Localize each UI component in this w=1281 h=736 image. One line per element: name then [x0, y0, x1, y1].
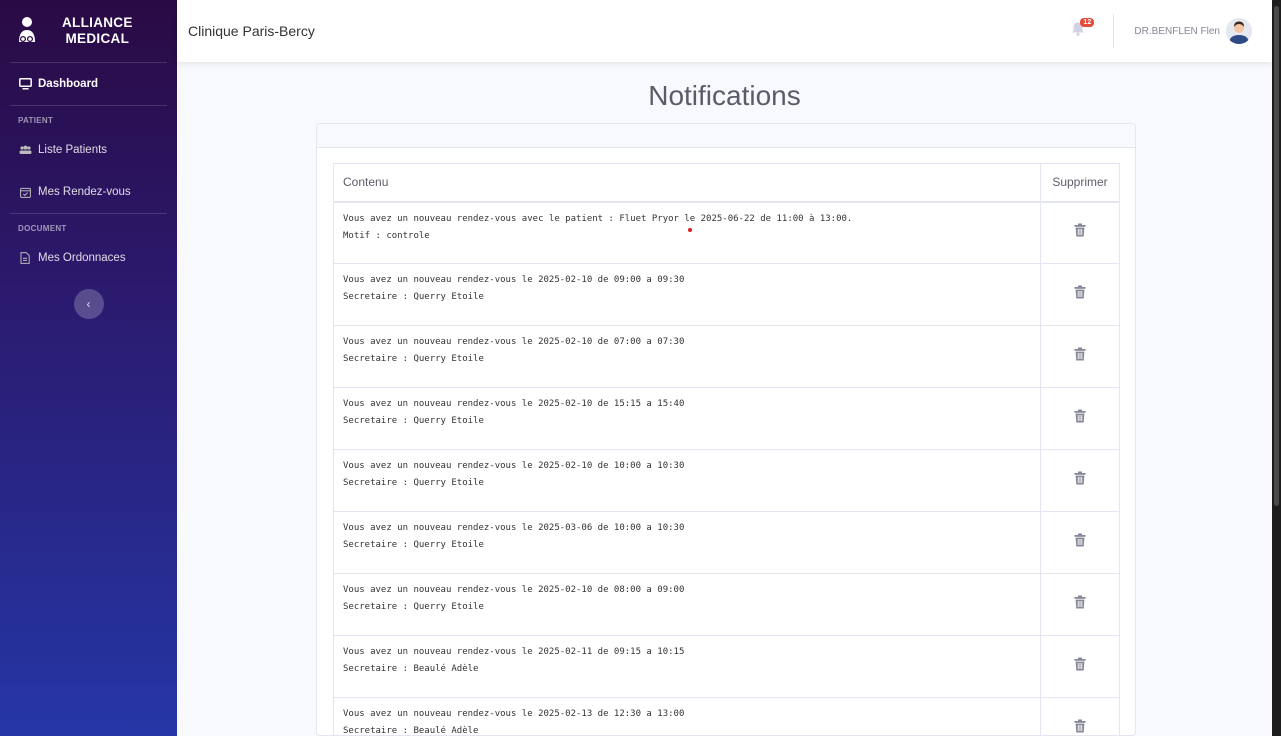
notifications-table: Contenu Supprimer Vous avez un nouveau r…: [333, 163, 1120, 736]
delete-cell: [1040, 449, 1120, 512]
scrollbar[interactable]: [1272, 0, 1281, 736]
trash-icon[interactable]: [1074, 657, 1086, 671]
notification-line-1: Vous avez un nouveau rendez-vous le 2025…: [343, 647, 685, 657]
delete-cell: [1040, 263, 1120, 326]
delete-cell: [1040, 573, 1120, 636]
sidebar-item-label: Mes Ordonnaces: [38, 252, 126, 264]
topbar-divider: [1113, 14, 1115, 48]
calendar-check-icon: [18, 185, 32, 199]
notification-line-2: Secretaire : Beaulé Adèle: [343, 726, 479, 736]
trash-icon[interactable]: [1074, 285, 1086, 299]
notification-content: Vous avez un nouveau rendez-vous le 2025…: [333, 325, 1041, 388]
notification-line-1: Vous avez un nouveau rendez-vous le 2025…: [343, 275, 685, 285]
notification-line-1: Vous avez un nouveau rendez-vous le 2025…: [343, 523, 685, 533]
delete-cell: [1040, 387, 1120, 450]
scrollbar-thumb[interactable]: [1274, 6, 1279, 506]
trash-icon[interactable]: [1074, 347, 1086, 361]
table-row: Vous avez un nouveau rendez-vous le 2025…: [333, 325, 1120, 388]
user-name[interactable]: DR.BENFLEN Flen: [1134, 26, 1220, 37]
notification-line-2: Secretaire : Querry Etoile: [343, 416, 484, 426]
users-icon: [18, 143, 32, 157]
notification-line-2: Secretaire : Querry Etoile: [343, 354, 484, 364]
notification-content: Vous avez un nouveau rendez-vous le 2025…: [333, 263, 1041, 326]
brand[interactable]: ALLIANCE MEDICAL: [0, 0, 177, 62]
table-header-row: Contenu Supprimer: [333, 163, 1120, 203]
delete-cell: [1040, 325, 1120, 388]
user-avatar[interactable]: [1226, 18, 1252, 44]
trash-icon[interactable]: [1074, 409, 1086, 423]
notification-content: Vous avez un nouveau rendez-vous le 2025…: [333, 387, 1041, 450]
table-row: Vous avez un nouveau rendez-vous le 2025…: [333, 635, 1120, 698]
notification-line-1: Vous avez un nouveau rendez-vous avec le…: [343, 213, 853, 224]
trash-icon[interactable]: [1074, 719, 1086, 733]
sidebar-item-label: Dashboard: [38, 78, 99, 90]
red-dot-marker: [688, 228, 692, 232]
notification-line-2: Secretaire : Querry Etoile: [343, 478, 484, 488]
brand-line-1: ALLIANCE: [62, 15, 133, 30]
table-row: Vous avez un nouveau rendez-vous avec le…: [333, 201, 1120, 264]
brand-line-2: MEDICAL: [65, 31, 130, 46]
trash-icon[interactable]: [1074, 223, 1086, 237]
doctor-logo-icon: [18, 14, 44, 48]
delete-cell: [1040, 635, 1120, 698]
notification-content: Vous avez un nouveau rendez-vous le 2025…: [333, 697, 1041, 736]
notification-content: Vous avez un nouveau rendez-vous le 2025…: [333, 511, 1041, 574]
topbar: Clinique Paris-Bercy 12 DR.BENFLEN Flen: [177, 0, 1272, 62]
table-row: Vous avez un nouveau rendez-vous le 2025…: [333, 697, 1120, 736]
brand-name: ALLIANCE MEDICAL: [62, 15, 133, 47]
sidebar: ALLIANCE MEDICAL Dashboard PATIENT Liste…: [0, 0, 177, 736]
notification-line-1: Vous avez un nouveau rendez-vous le 2025…: [343, 709, 685, 719]
trash-icon[interactable]: [1074, 471, 1086, 485]
notification-line-1: Vous avez un nouveau rendez-vous le 2025…: [343, 461, 685, 471]
notification-content: Vous avez un nouveau rendez-vous le 2025…: [333, 573, 1041, 636]
trash-icon[interactable]: [1074, 533, 1086, 547]
delete-cell: [1040, 511, 1120, 574]
delete-cell: [1040, 697, 1120, 735]
file-icon: [18, 251, 32, 265]
notification-line-2: Secretaire : Querry Etoile: [343, 292, 484, 302]
sidebar-item-mes-ordonnances[interactable]: Mes Ordonnaces: [0, 237, 177, 279]
page-title: Notifications: [648, 80, 801, 111]
table-row: Vous avez un nouveau rendez-vous le 2025…: [333, 263, 1120, 326]
notifications-card: Contenu Supprimer Vous avez un nouveau r…: [316, 123, 1136, 736]
notification-line-2: Motif : controle: [343, 230, 430, 241]
table-row: Vous avez un nouveau rendez-vous le 2025…: [333, 387, 1120, 450]
notification-content: Vous avez un nouveau rendez-vous le 2025…: [333, 449, 1041, 512]
notification-line-2: Secretaire : Beaulé Adèle: [343, 664, 479, 674]
card-header: [317, 124, 1135, 148]
table-row: Vous avez un nouveau rendez-vous le 2025…: [333, 573, 1120, 636]
column-header-supprimer: Supprimer: [1040, 163, 1120, 203]
notification-line-1: Vous avez un nouveau rendez-vous le 2025…: [343, 337, 685, 347]
sidebar-item-label: Mes Rendez-vous: [38, 186, 131, 198]
monitor-icon: [18, 77, 32, 91]
notification-line-2: Secretaire : Querry Etoile: [343, 540, 484, 550]
table-row: Vous avez un nouveau rendez-vous le 2025…: [333, 449, 1120, 512]
table-row: Vous avez un nouveau rendez-vous le 2025…: [333, 511, 1120, 574]
chevron-left-icon: ‹: [86, 297, 91, 311]
sidebar-heading-patient: PATIENT: [18, 116, 54, 125]
trash-icon[interactable]: [1074, 595, 1086, 609]
notification-count-badge: 12: [1080, 18, 1095, 27]
notification-line-1: Vous avez un nouveau rendez-vous le 2025…: [343, 585, 685, 595]
sidebar-item-liste-patients[interactable]: Liste Patients: [0, 129, 177, 171]
notification-line-2: Secretaire : Querry Etoile: [343, 602, 484, 612]
clinic-name: Clinique Paris-Bercy: [188, 23, 315, 39]
sidebar-item-label: Liste Patients: [38, 144, 108, 156]
notifications-button[interactable]: 12: [1071, 18, 1095, 41]
sidebar-item-dashboard[interactable]: Dashboard: [0, 63, 177, 105]
delete-cell: [1040, 201, 1120, 264]
sidebar-toggle-button[interactable]: ‹: [73, 289, 104, 319]
sidebar-heading-document: DOCUMENT: [18, 224, 67, 233]
topbar-right: 12 DR.BENFLEN Flen: [1071, 0, 1272, 62]
notification-line-1: Vous avez un nouveau rendez-vous le 2025…: [343, 399, 685, 409]
notification-content: Vous avez un nouveau rendez-vous le 2025…: [333, 635, 1041, 698]
notification-content: Vous avez un nouveau rendez-vous avec le…: [333, 201, 1041, 264]
column-header-contenu: Contenu: [333, 163, 1041, 203]
sidebar-item-mes-rendez-vous[interactable]: Mes Rendez-vous: [0, 171, 177, 213]
